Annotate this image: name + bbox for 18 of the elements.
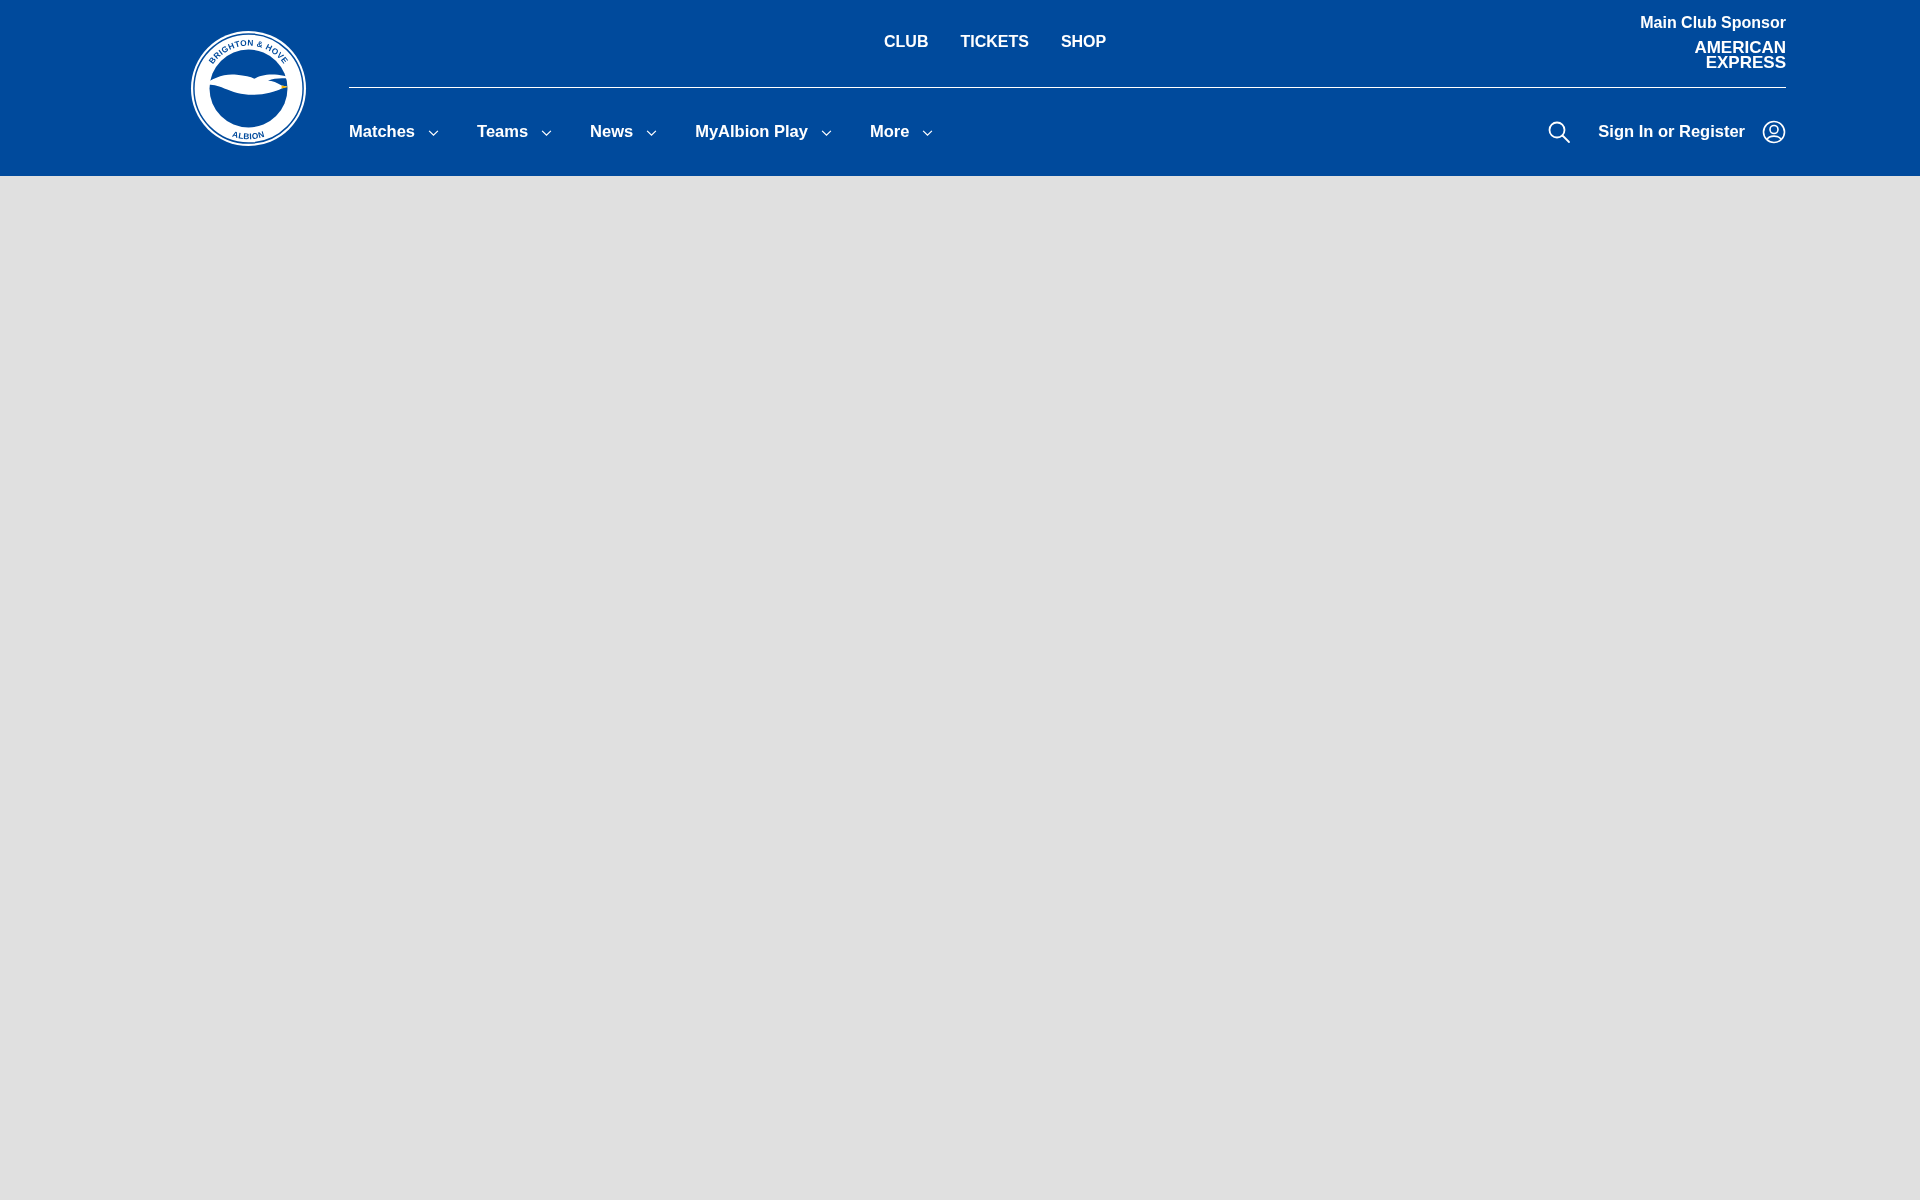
chevron-icon <box>821 129 832 137</box>
sponsor-logo[interactable]: AMERICAN EXPRESS <box>1694 40 1786 70</box>
nav-menu-item[interactable]: Teams <box>477 122 553 141</box>
nav-menu-item[interactable]: News <box>590 122 658 141</box>
top-nav-link[interactable]: TICKETS <box>960 33 1029 51</box>
nav-menu-item[interactable]: More <box>870 122 934 141</box>
chevron-icon <box>541 129 553 137</box>
chevron-icon <box>428 129 440 137</box>
nav-menu-item[interactable]: MyAlbion Play <box>695 122 832 141</box>
top-nav-link[interactable]: CLUB <box>884 33 929 51</box>
user-icon[interactable] <box>1762 119 1786 144</box>
top-nav-link[interactable]: SHOP <box>1060 33 1107 51</box>
search-icon[interactable] <box>1547 119 1572 144</box>
nav-menu-item[interactable]: Matches <box>349 122 440 141</box>
sponsor-label: Main Club Sponsor <box>1640 14 1786 32</box>
chevron-icon <box>922 129 934 137</box>
chevron-icon <box>646 129 658 137</box>
sign-in-link[interactable]: Sign In or Register <box>1598 122 1745 141</box>
